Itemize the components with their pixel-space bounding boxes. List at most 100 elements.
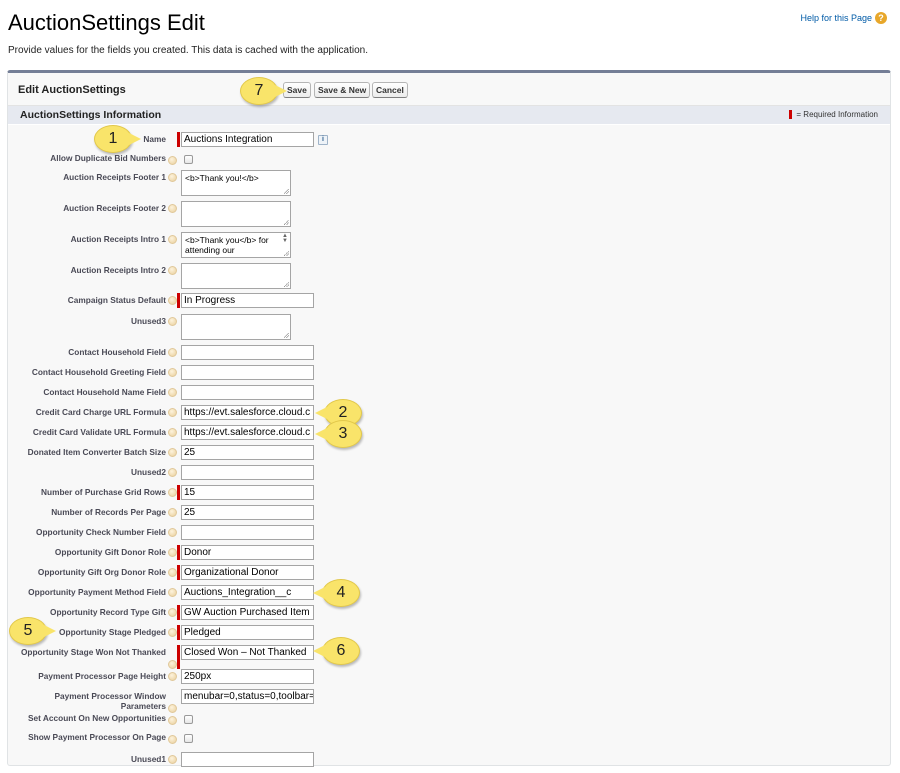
help-hint-icon[interactable]	[168, 628, 177, 637]
auction-receipts-footer-1-textarea[interactable]: <b>Thank you!</b>	[181, 170, 291, 196]
section-header: AuctionSettings Information = Required I…	[8, 106, 890, 125]
help-hint-icon[interactable]	[168, 568, 177, 577]
info-icon[interactable]: i	[318, 135, 328, 145]
required-indicator	[177, 565, 180, 580]
field-label: Unused1	[130, 754, 166, 764]
required-indicator	[177, 605, 180, 620]
help-hint-icon[interactable]	[168, 735, 177, 744]
field-label: Payment Processor Page Height	[38, 671, 166, 681]
help-hint-icon[interactable]	[168, 235, 177, 244]
help-hint-icon[interactable]	[168, 348, 177, 357]
contact-household-name-field-input[interactable]	[181, 385, 314, 400]
unused1-input[interactable]	[181, 752, 314, 767]
allow-duplicate-bid-numbers-checkbox[interactable]	[184, 155, 193, 164]
callout-6: 6	[313, 637, 360, 665]
callout-3: 3	[315, 420, 362, 448]
field-label: Auction Receipts Footer 1	[63, 172, 166, 182]
callout-4: 4	[313, 579, 360, 607]
opportunity-payment-method-field-input[interactable]: Auctions_Integration__c	[181, 585, 314, 600]
help-hint-icon[interactable]	[168, 317, 177, 326]
field-label: Number of Purchase Grid Rows	[41, 487, 166, 497]
field-label: Contact Household Field	[68, 347, 166, 357]
show-payment-processor-on-page-checkbox[interactable]	[184, 734, 193, 743]
field-label: Credit Card Validate URL Formula	[32, 427, 166, 437]
save-and-new-button[interactable]: Save & New	[314, 82, 371, 98]
opportunity-check-number-field-input[interactable]	[181, 525, 314, 540]
unused3-textarea[interactable]	[181, 314, 291, 340]
field-label: Number of Records Per Page	[51, 507, 166, 517]
help-hint-icon[interactable]	[168, 548, 177, 557]
help-hint-icon[interactable]	[168, 428, 177, 437]
contact-household-field-input[interactable]	[181, 345, 314, 360]
opportunity-stage-won-not-thanked-input[interactable]: Closed Won – Not Thanked	[181, 645, 314, 660]
help-hint-icon[interactable]	[168, 204, 177, 213]
cancel-button[interactable]: Cancel	[372, 82, 408, 98]
help-hint-icon[interactable]	[168, 704, 177, 713]
required-marker	[789, 110, 793, 119]
field-label: Credit Card Charge URL Formula	[35, 407, 166, 417]
help-hint-icon[interactable]	[168, 408, 177, 417]
auction-receipts-intro-1-textarea[interactable]: <b>Thank you</b> for attending our ▲ ▼	[181, 232, 291, 258]
help-hint-icon[interactable]	[168, 660, 177, 669]
help-hint-icon[interactable]	[168, 468, 177, 477]
payment-processor-page-height-input[interactable]: 250px	[181, 669, 314, 684]
campaign-status-default-input[interactable]: In Progress	[181, 293, 314, 308]
auction-receipts-footer-2-textarea[interactable]	[181, 201, 291, 227]
help-link[interactable]: Help for this Page ?	[800, 12, 887, 24]
unused2-input[interactable]	[181, 465, 314, 480]
help-hint-icon[interactable]	[168, 368, 177, 377]
number-of-records-per-page-input[interactable]: 25	[181, 505, 314, 520]
scrollbar-arrows-icon[interactable]: ▲ ▼	[282, 233, 288, 244]
opportunity-stage-pledged-input[interactable]: Pledged	[181, 625, 314, 640]
credit-card-validate-url-formula-input[interactable]: https://evt.salesforce.cloud.c	[181, 425, 314, 440]
help-hint-icon[interactable]	[168, 588, 177, 597]
help-hint-icon[interactable]	[168, 448, 177, 457]
required-legend-text: = Required Information	[796, 110, 878, 119]
contact-household-greeting-field-input[interactable]	[181, 365, 314, 380]
field-label: Opportunity Check Number Field	[36, 527, 166, 537]
required-indicator	[177, 645, 180, 669]
help-hint-icon[interactable]	[168, 672, 177, 681]
field-label: Auction Receipts Intro 2	[70, 265, 166, 275]
donated-item-converter-batch-size-input[interactable]: 25	[181, 445, 314, 460]
required-indicator	[177, 545, 180, 560]
save-button[interactable]: Save	[283, 82, 311, 98]
help-hint-icon[interactable]	[168, 388, 177, 397]
opportunity-record-type-gift-input[interactable]: GW Auction Purchased Item	[181, 605, 314, 620]
set-account-on-new-opportunities-checkbox[interactable]	[184, 715, 193, 724]
field-label: Opportunity Gift Donor Role	[54, 547, 166, 557]
number-of-purchase-grid-rows-input[interactable]: 15	[181, 485, 314, 500]
field-label: Opportunity Stage Won Not Thanked	[20, 647, 166, 657]
edit-panel: Edit AuctionSettings Save Save & New Can…	[7, 70, 891, 767]
field-label: Show Payment Processor On Page	[28, 732, 166, 742]
help-hint-icon[interactable]	[168, 608, 177, 617]
field-label: Auction Receipts Footer 2	[63, 203, 166, 213]
question-icon: ?	[875, 12, 887, 24]
field-label: Name	[143, 134, 166, 144]
field-label: Contact Household Name Field	[43, 387, 166, 397]
panel-header: Edit AuctionSettings Save Save & New Can…	[8, 73, 890, 106]
help-hint-icon[interactable]	[168, 173, 177, 182]
help-hint-icon[interactable]	[168, 528, 177, 537]
credit-card-charge-url-formula-input[interactable]: https://evt.salesforce.cloud.c	[181, 405, 314, 420]
field-label: Campaign Status Default	[67, 295, 166, 305]
help-hint-icon[interactable]	[168, 716, 177, 725]
auction-receipts-intro-2-textarea[interactable]	[181, 263, 291, 289]
field-label: Unused2	[130, 467, 166, 477]
help-hint-icon[interactable]	[168, 755, 177, 764]
field-label: Set Account On New Opportunities	[28, 713, 166, 723]
help-hint-icon[interactable]	[168, 296, 177, 305]
opportunity-gift-donor-role-input[interactable]: Donor	[181, 545, 314, 560]
payment-processor-window-parameters-input[interactable]: menubar=0,status=0,toolbar=	[181, 689, 314, 704]
help-hint-icon[interactable]	[168, 508, 177, 517]
help-hint-icon[interactable]	[168, 156, 177, 165]
required-indicator	[177, 485, 180, 500]
textarea-value: <b>Thank you</b> for attending our	[185, 235, 269, 255]
help-link-label: Help for this Page	[800, 13, 872, 23]
help-hint-icon[interactable]	[168, 266, 177, 275]
section-title: AuctionSettings Information	[20, 109, 162, 121]
name-input[interactable]: Auctions Integration	[181, 132, 314, 147]
opportunity-gift-org-donor-role-input[interactable]: Organizational Donor	[181, 565, 314, 580]
required-indicator	[177, 293, 180, 308]
help-hint-icon[interactable]	[168, 488, 177, 497]
